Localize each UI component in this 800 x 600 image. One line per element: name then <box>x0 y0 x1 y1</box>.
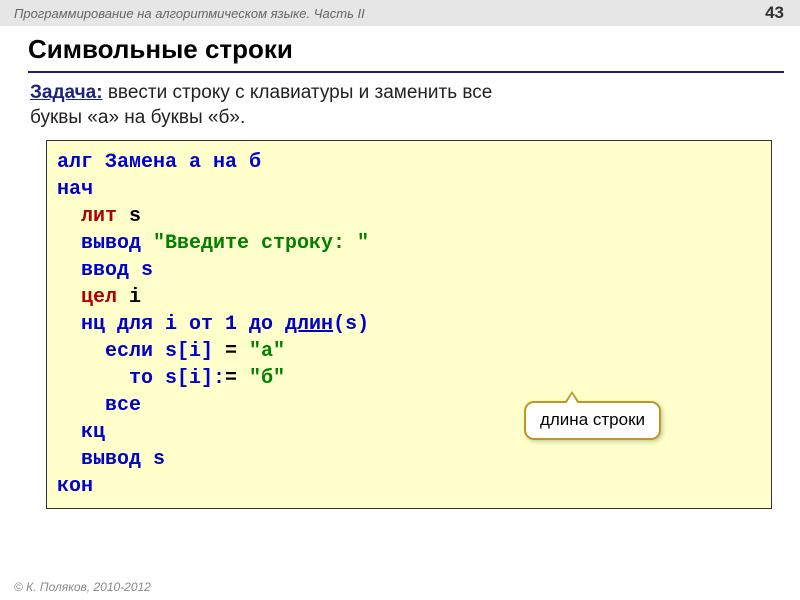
callout-box: длина строки <box>524 401 661 440</box>
kw-nach: нач <box>57 178 93 201</box>
code-block: алг Замена а на б нач лит s вывод "Введи… <box>46 140 772 509</box>
kw-nc: нц для i от 1 до <box>57 313 285 336</box>
kw-esli: если s[i] <box>57 340 213 363</box>
footer-copyright: © К. Поляков, 2010-2012 <box>14 580 151 594</box>
alg-name: Замена а на б <box>105 151 261 174</box>
kw-vvod: ввод s <box>57 259 153 282</box>
task-text-1: ввести строку с клавиатуры и заменить вс… <box>103 82 493 103</box>
var-s: s <box>129 205 141 228</box>
str-a: "а" <box>249 340 285 363</box>
op-eq1: = <box>213 340 249 363</box>
task-label: Задача: <box>30 82 103 103</box>
page-title: Символьные строки <box>0 26 800 71</box>
op-eq2: = <box>225 367 249 390</box>
fn-dlin: длин <box>285 313 333 336</box>
breadcrumb: Программирование на алгоритмическом язык… <box>14 6 365 21</box>
task-text-2: буквы «а» на буквы «б». <box>30 107 245 128</box>
callout-pointer-inner <box>566 394 578 404</box>
kw-alg: алг <box>57 151 105 174</box>
kw-vse: все <box>57 394 141 417</box>
callout-text: длина строки <box>540 410 645 429</box>
kw-lit: лит <box>57 205 129 228</box>
task-description: Задача: ввести строку с клавиатуры и зам… <box>0 73 800 130</box>
str-b: "б" <box>249 367 285 390</box>
kw-vyvod: вывод <box>57 232 153 255</box>
kw-kc: кц <box>57 421 105 444</box>
kw-cel: цел <box>57 286 129 309</box>
fn-arg: (s) <box>333 313 369 336</box>
page-number: 43 <box>765 3 784 23</box>
var-i: i <box>129 286 141 309</box>
kw-kon: кон <box>57 475 93 498</box>
kw-vyvod2: вывод s <box>57 448 165 471</box>
header-bar: Программирование на алгоритмическом язык… <box>0 0 800 26</box>
kw-to: то s[i]: <box>57 367 225 390</box>
str-prompt: "Введите строку: " <box>153 232 369 255</box>
